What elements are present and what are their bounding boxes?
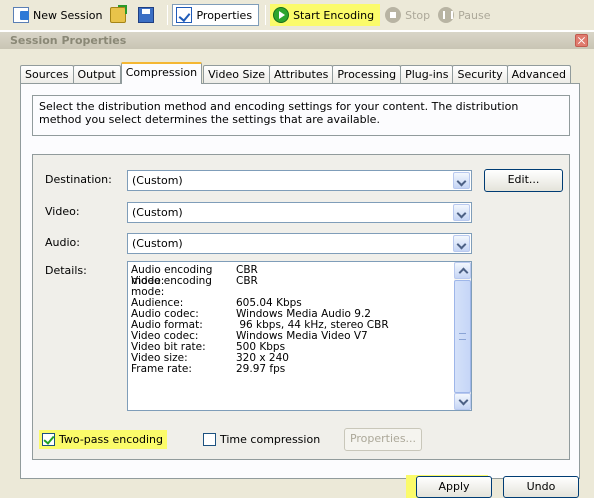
details-key: Frame rate: <box>131 363 192 375</box>
open-button[interactable] <box>107 4 133 26</box>
details-key: Video encoding mode: <box>131 275 212 298</box>
two-pass-label: Two-pass encoding <box>59 433 163 446</box>
pause-label: Pause <box>458 8 491 22</box>
scroll-up-icon[interactable] <box>454 262 471 279</box>
window-titlebar: Session Properties <box>0 32 594 49</box>
new-session-label: New Session <box>33 8 103 22</box>
settings-group: Destination: (Custom) Edit... Video: (Cu… <box>32 154 570 460</box>
toolbar-separator <box>265 5 267 25</box>
details-value: CBR <box>236 275 258 287</box>
properties-button[interactable]: Properties <box>172 4 260 26</box>
audio-value: (Custom) <box>132 237 183 250</box>
destination-value: (Custom) <box>132 174 183 187</box>
edit-button[interactable]: Edit... <box>484 169 563 192</box>
intro-text: Select the distribution method and encod… <box>32 95 570 136</box>
tab-video-size[interactable]: Video Size <box>203 65 271 84</box>
time-compression-option[interactable]: Time compression <box>203 433 320 446</box>
compression-panel: Select the distribution method and encod… <box>20 83 580 479</box>
save-disk-icon <box>138 7 155 23</box>
play-icon <box>273 7 290 23</box>
chevron-down-icon[interactable] <box>453 235 470 252</box>
chevron-down-icon[interactable] <box>453 204 470 221</box>
details-label: Details: <box>45 264 87 277</box>
tab-security[interactable]: Security <box>452 65 508 84</box>
tab-plug-ins[interactable]: Plug-ins <box>400 65 454 84</box>
two-pass-option[interactable]: Two-pass encoding <box>39 430 167 449</box>
destination-select[interactable]: (Custom) <box>127 170 472 191</box>
pause-button[interactable]: Pause <box>435 4 493 26</box>
details-row: Frame rate: 29.97 fps <box>131 364 451 375</box>
time-compression-checkbox[interactable] <box>203 433 216 446</box>
video-select[interactable]: (Custom) <box>127 202 472 223</box>
start-encoding-button[interactable]: Start Encoding <box>270 4 381 26</box>
details-row: Video encoding mode: CBR <box>131 275 451 298</box>
properties-check-icon <box>176 7 193 23</box>
tab-sources[interactable]: Sources <box>20 65 74 84</box>
undo-button[interactable]: Undo <box>503 476 579 498</box>
apply-button[interactable]: Apply <box>416 476 492 498</box>
chevron-down-icon[interactable] <box>453 172 470 189</box>
tab-advanced[interactable]: Advanced <box>506 65 571 84</box>
stop-icon <box>385 7 402 23</box>
toolbar: New Session Properties Start Encoding St… <box>0 0 594 30</box>
session-properties-window: Sources Output Compression Video Size At… <box>0 49 594 498</box>
stop-button[interactable]: Stop <box>382 4 433 26</box>
audio-label: Audio: <box>45 236 80 249</box>
audio-select[interactable]: (Custom) <box>127 233 472 254</box>
tab-processing[interactable]: Processing <box>332 65 402 84</box>
tab-strip: Sources Output Compression Video Size At… <box>20 62 571 84</box>
destination-label: Destination: <box>45 173 112 186</box>
start-encoding-label: Start Encoding <box>293 8 375 22</box>
stop-label: Stop <box>405 8 431 22</box>
two-pass-checkbox[interactable] <box>42 433 55 446</box>
tab-compression[interactable]: Compression <box>120 62 203 84</box>
save-button[interactable] <box>135 4 161 26</box>
details-list[interactable]: Audio encoding mode: CBR Video encoding mo… <box>127 261 472 411</box>
properties-label: Properties <box>196 8 253 22</box>
details-rows: Audio encoding mode: CBR Video encoding mo… <box>131 265 451 375</box>
time-compression-label: Time compression <box>220 433 321 446</box>
open-folder-icon <box>110 5 128 23</box>
tab-attributes[interactable]: Attributes <box>269 65 334 84</box>
close-icon[interactable] <box>575 34 588 47</box>
new-session-button[interactable]: New Session <box>10 4 105 26</box>
tab-output[interactable]: Output <box>72 65 121 84</box>
video-label: Video: <box>45 205 80 218</box>
toolbar-separator <box>167 5 169 25</box>
details-scrollbar[interactable] <box>454 262 471 410</box>
scroll-down-icon[interactable] <box>454 393 471 410</box>
scroll-thumb[interactable] <box>454 280 471 393</box>
pause-icon <box>438 7 455 23</box>
new-session-icon <box>13 7 29 23</box>
video-value: (Custom) <box>132 206 183 219</box>
window-title: Session Properties <box>10 34 127 47</box>
properties-dialog-button[interactable]: Properties... <box>344 428 422 451</box>
details-value: 29.97 fps <box>236 363 286 375</box>
